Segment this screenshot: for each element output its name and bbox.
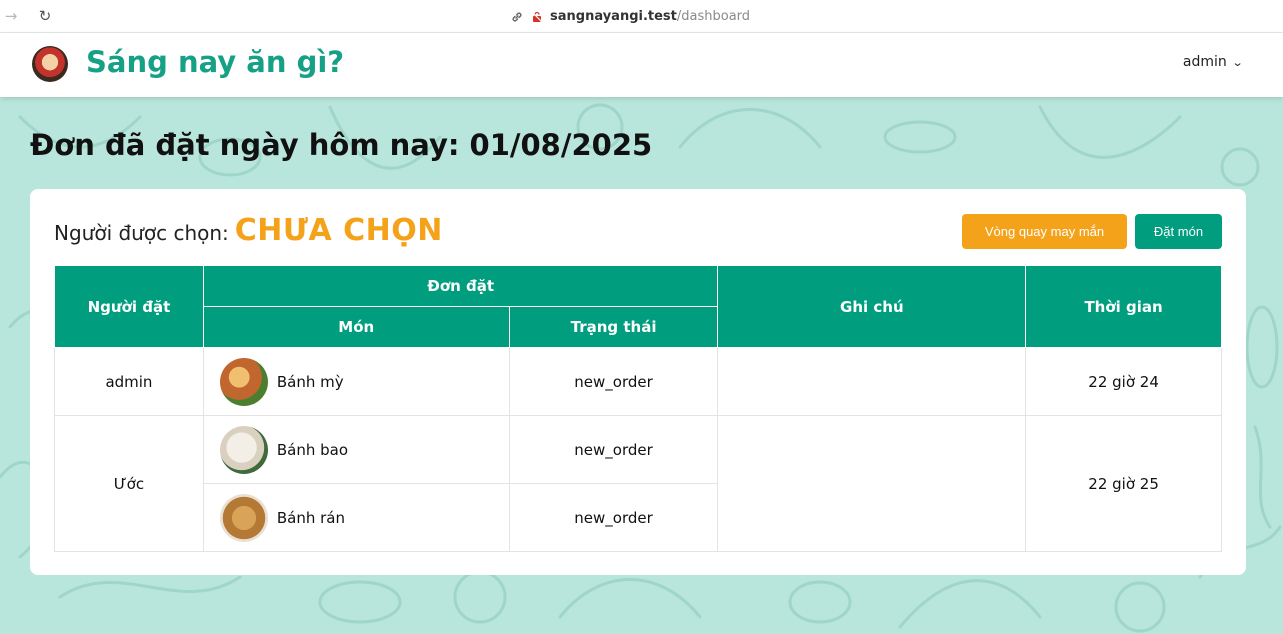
header-orderer: Người đặt: [54, 265, 204, 348]
forward-arrow-icon[interactable]: →: [2, 7, 20, 25]
note-cell: [717, 415, 1027, 552]
chosen-person-value: CHƯA CHỌN: [234, 213, 443, 248]
order-button[interactable]: Đặt món: [1135, 214, 1222, 249]
dish-cell: Bánh mỳ: [202, 347, 510, 416]
lucky-wheel-button[interactable]: Vòng quay may mắn: [962, 214, 1127, 249]
header-status: Trạng thái: [508, 306, 719, 348]
app-header: Sáng nay ăn gì? admin ⌄: [0, 33, 1283, 97]
note-cell: [717, 347, 1027, 416]
app-title[interactable]: Sáng nay ăn gì?: [86, 45, 344, 79]
table-row: admin Bánh mỳ new_order 22 giờ 24: [54, 347, 1222, 416]
table-row: Ước Bánh bao new_order 22 giờ 25: [54, 415, 1222, 552]
chosen-person-label: Người được chọn:: [54, 221, 229, 245]
dish-name: Bánh mỳ: [276, 372, 344, 391]
link-icon: [512, 12, 522, 21]
dish-cell: Bánh bao: [202, 415, 510, 484]
dish-image: [219, 493, 268, 542]
orders-table: Người đặt Đơn đặt Ghi chú Thời gian Món …: [54, 265, 1222, 552]
address-bar[interactable]: sangnayangi.test/dashboard: [510, 8, 750, 25]
dish-cell: Bánh rán: [202, 483, 510, 552]
time-cell: 22 giờ 24: [1025, 347, 1222, 416]
status-cell: new_order: [508, 483, 719, 552]
dish-image: [219, 425, 268, 474]
orders-card: Người được chọn: CHƯA CHỌN Vòng quay may…: [30, 189, 1246, 575]
dish-name: Bánh bao: [276, 440, 349, 459]
user-name: admin: [1182, 54, 1227, 70]
browser-toolbar: → ↻ sangnayangi.test/dashboard: [0, 0, 1283, 33]
orderer-cell: Ước: [54, 415, 204, 552]
header-note: Ghi chú: [717, 265, 1027, 348]
not-secure-icon[interactable]: [530, 10, 544, 24]
user-menu[interactable]: admin ⌄: [1182, 54, 1244, 70]
orderer-cell: admin: [54, 347, 204, 416]
status-cell: new_order: [508, 415, 719, 484]
reload-icon[interactable]: ↻: [36, 7, 54, 25]
status-cell: new_order: [508, 347, 719, 416]
header-time: Thời gian: [1025, 265, 1222, 348]
app-logo[interactable]: [32, 46, 68, 82]
chevron-down-icon: ⌄: [1231, 55, 1244, 69]
time-cell: 22 giờ 25: [1025, 415, 1222, 552]
url-host: sangnayangi.test: [550, 9, 677, 24]
url-path: /dashboard: [676, 9, 751, 24]
dish-image: [219, 357, 268, 406]
page-title: Đơn đã đặt ngày hôm nay: 01/08/2025: [30, 128, 653, 162]
header-order-group: Đơn đặt: [202, 265, 719, 307]
chosen-person: Người được chọn: CHƯA CHỌN: [54, 213, 443, 248]
dish-name: Bánh rán: [276, 508, 346, 527]
header-dish: Món: [202, 306, 510, 348]
